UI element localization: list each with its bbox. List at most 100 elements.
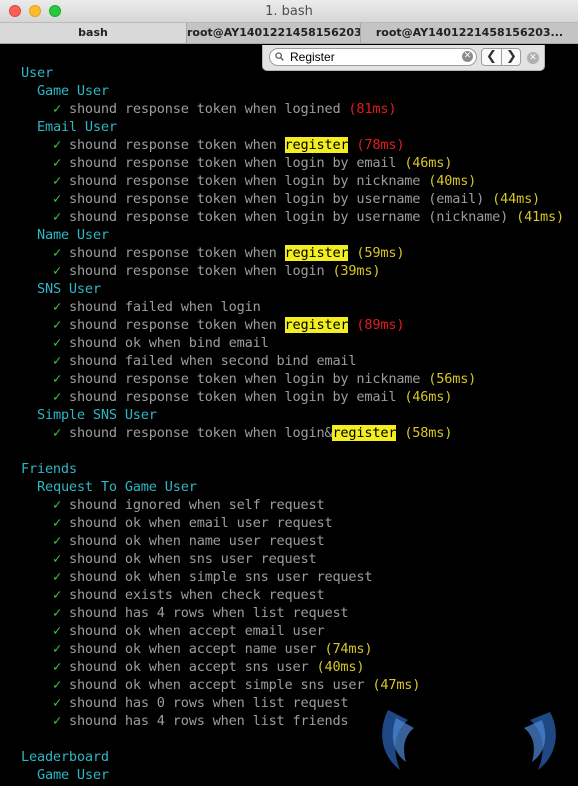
suite-subheading: Request To Game User	[37, 479, 197, 495]
test-result-line: ✓ shound ok when accept sns user (40ms)	[53, 658, 365, 676]
test-description: shound response token when login by emai…	[68, 155, 405, 171]
test-duration: (46ms)	[404, 155, 453, 171]
suite-heading: Friends	[21, 461, 77, 477]
test-description: shound response token when login	[68, 263, 333, 279]
checkmark-icon: ✓	[53, 245, 69, 261]
suite-subheading: Name User	[37, 227, 109, 243]
test-description: shound response token when login by user…	[68, 191, 493, 207]
find-field[interactable]: ✕	[269, 48, 477, 66]
suite-heading: User	[21, 65, 53, 81]
checkmark-icon: ✓	[53, 551, 69, 567]
suite-subheading: Game User	[37, 83, 109, 99]
checkmark-icon: ✓	[53, 533, 69, 549]
tab-root-session-2[interactable]: root@AY1401221458156203...	[360, 23, 578, 43]
checkmark-icon: ✓	[53, 191, 69, 207]
test-result-line: ✓ shound response token when login by ni…	[53, 370, 476, 388]
terminal-window: 1. bash bash root@AY1401221458156203... …	[0, 0, 578, 786]
test-description: shound has 4 rows when list friends	[68, 713, 349, 729]
suite-heading: Leaderboard	[21, 749, 109, 765]
site-watermark	[360, 700, 575, 784]
checkmark-icon: ✓	[53, 569, 69, 585]
test-description: shound exists when check request	[68, 587, 325, 603]
checkmark-icon: ✓	[53, 299, 69, 315]
test-result-line: ✓ shound response token when login (39ms…	[53, 262, 381, 280]
test-description: shound response token when login by nick…	[68, 173, 429, 189]
test-result-line: ✓ shound ok when name user request	[53, 532, 325, 550]
test-description: shound ok when accept email user	[68, 623, 325, 639]
search-match-highlight: register	[284, 317, 349, 333]
test-description: shound ok when simple sns user request	[68, 569, 373, 585]
test-result-line: ✓ shound ignored when self request	[53, 496, 325, 514]
find-input[interactable]	[290, 49, 450, 65]
suite-subheading: Game User	[37, 767, 109, 783]
test-description: shound ignored when self request	[68, 497, 325, 513]
test-duration: (81ms)	[348, 101, 397, 117]
search-icon	[275, 52, 284, 61]
test-description: shound response token when	[68, 245, 285, 261]
find-next-button[interactable]: ❯	[502, 49, 520, 65]
search-match-highlight: register	[332, 425, 397, 441]
suite-subheading: SNS User	[37, 281, 101, 297]
test-description: shound ok when name user request	[68, 533, 325, 549]
close-find-icon[interactable]: ✕	[527, 52, 539, 64]
checkmark-icon: ✓	[53, 659, 69, 675]
test-duration: (46ms)	[404, 389, 453, 405]
checkmark-icon: ✓	[53, 137, 69, 153]
find-previous-button[interactable]: ❮	[482, 49, 502, 65]
test-result-line: ✓ shound exists when check request	[53, 586, 325, 604]
checkmark-icon: ✓	[53, 713, 69, 729]
test-result-line: ✓ shound ok when sns user request	[53, 550, 317, 568]
terminal-output[interactable]: User Game User ✓ shound response token whe…	[0, 44, 578, 786]
test-result-line: ✓ shound has 4 rows when list request	[53, 604, 349, 622]
checkmark-icon: ✓	[53, 173, 69, 189]
test-description: shound ok when accept name user	[68, 641, 325, 657]
checkmark-icon: ✓	[53, 353, 69, 369]
test-result-line: ✓ shound response token when login by em…	[53, 154, 452, 172]
checkmark-icon: ✓	[53, 623, 69, 639]
test-description: shound ok when accept simple sns user	[68, 677, 373, 693]
test-result-line: ✓ shound has 0 rows when list request	[53, 694, 349, 712]
test-result-line: ✓ shound response token when register (7…	[53, 136, 405, 154]
test-duration: (74ms)	[324, 641, 373, 657]
test-result-line: ✓ shound response token when register (5…	[53, 244, 405, 262]
checkmark-icon: ✓	[53, 497, 69, 513]
test-result-line: ✓ shound response token when login by us…	[53, 190, 540, 208]
test-description: shound failed when second bind email	[68, 353, 357, 369]
checkmark-icon: ✓	[53, 695, 69, 711]
test-description: shound failed when login	[68, 299, 261, 315]
clear-search-icon[interactable]: ✕	[462, 51, 473, 62]
test-result-line: ✓ shound response token when logined (81…	[53, 100, 397, 118]
window-title: 1. bash	[265, 4, 313, 19]
test-duration: (58ms)	[404, 425, 453, 441]
test-result-line: ✓ shound ok when email user request	[53, 514, 333, 532]
checkmark-icon: ✓	[53, 335, 69, 351]
checkmark-icon: ✓	[53, 425, 69, 441]
checkmark-icon: ✓	[53, 515, 69, 531]
test-description: shound ok when email user request	[68, 515, 333, 531]
test-duration: (40ms)	[428, 173, 477, 189]
test-result-line: ✓ shound failed when second bind email	[53, 352, 357, 370]
test-result-line: ✓ shound ok when accept email user	[53, 622, 325, 640]
test-duration: (41ms)	[516, 209, 564, 225]
test-duration: (89ms)	[356, 317, 405, 333]
test-description: shound response token when login by nick…	[68, 371, 429, 387]
test-result-line: ✓ shound response token when login by em…	[53, 388, 452, 406]
checkmark-icon: ✓	[53, 371, 69, 387]
checkmark-icon: ✓	[53, 263, 69, 279]
test-duration: (47ms)	[372, 677, 421, 693]
title-bar[interactable]: 1. bash	[0, 0, 578, 23]
test-result-line: ✓ shound has 4 rows when list friends	[53, 712, 349, 730]
test-description: shound has 4 rows when list request	[68, 605, 349, 621]
checkmark-icon: ✓	[53, 101, 69, 117]
test-duration: (44ms)	[492, 191, 541, 207]
test-result-line: ✓ shound ok when accept simple sns user …	[53, 676, 420, 694]
tab-root-session-1[interactable]: root@AY1401221458156203...	[186, 23, 360, 43]
test-duration: (56ms)	[428, 371, 477, 387]
checkmark-icon: ✓	[53, 605, 69, 621]
test-description: shound ok when bind email	[68, 335, 269, 351]
test-description: shound response token when logined	[68, 101, 349, 117]
suite-subheading: Simple SNS User	[37, 407, 157, 423]
test-description: shound response token when	[68, 137, 285, 153]
checkmark-icon: ✓	[53, 155, 69, 171]
tab-bash[interactable]: bash	[0, 23, 186, 43]
